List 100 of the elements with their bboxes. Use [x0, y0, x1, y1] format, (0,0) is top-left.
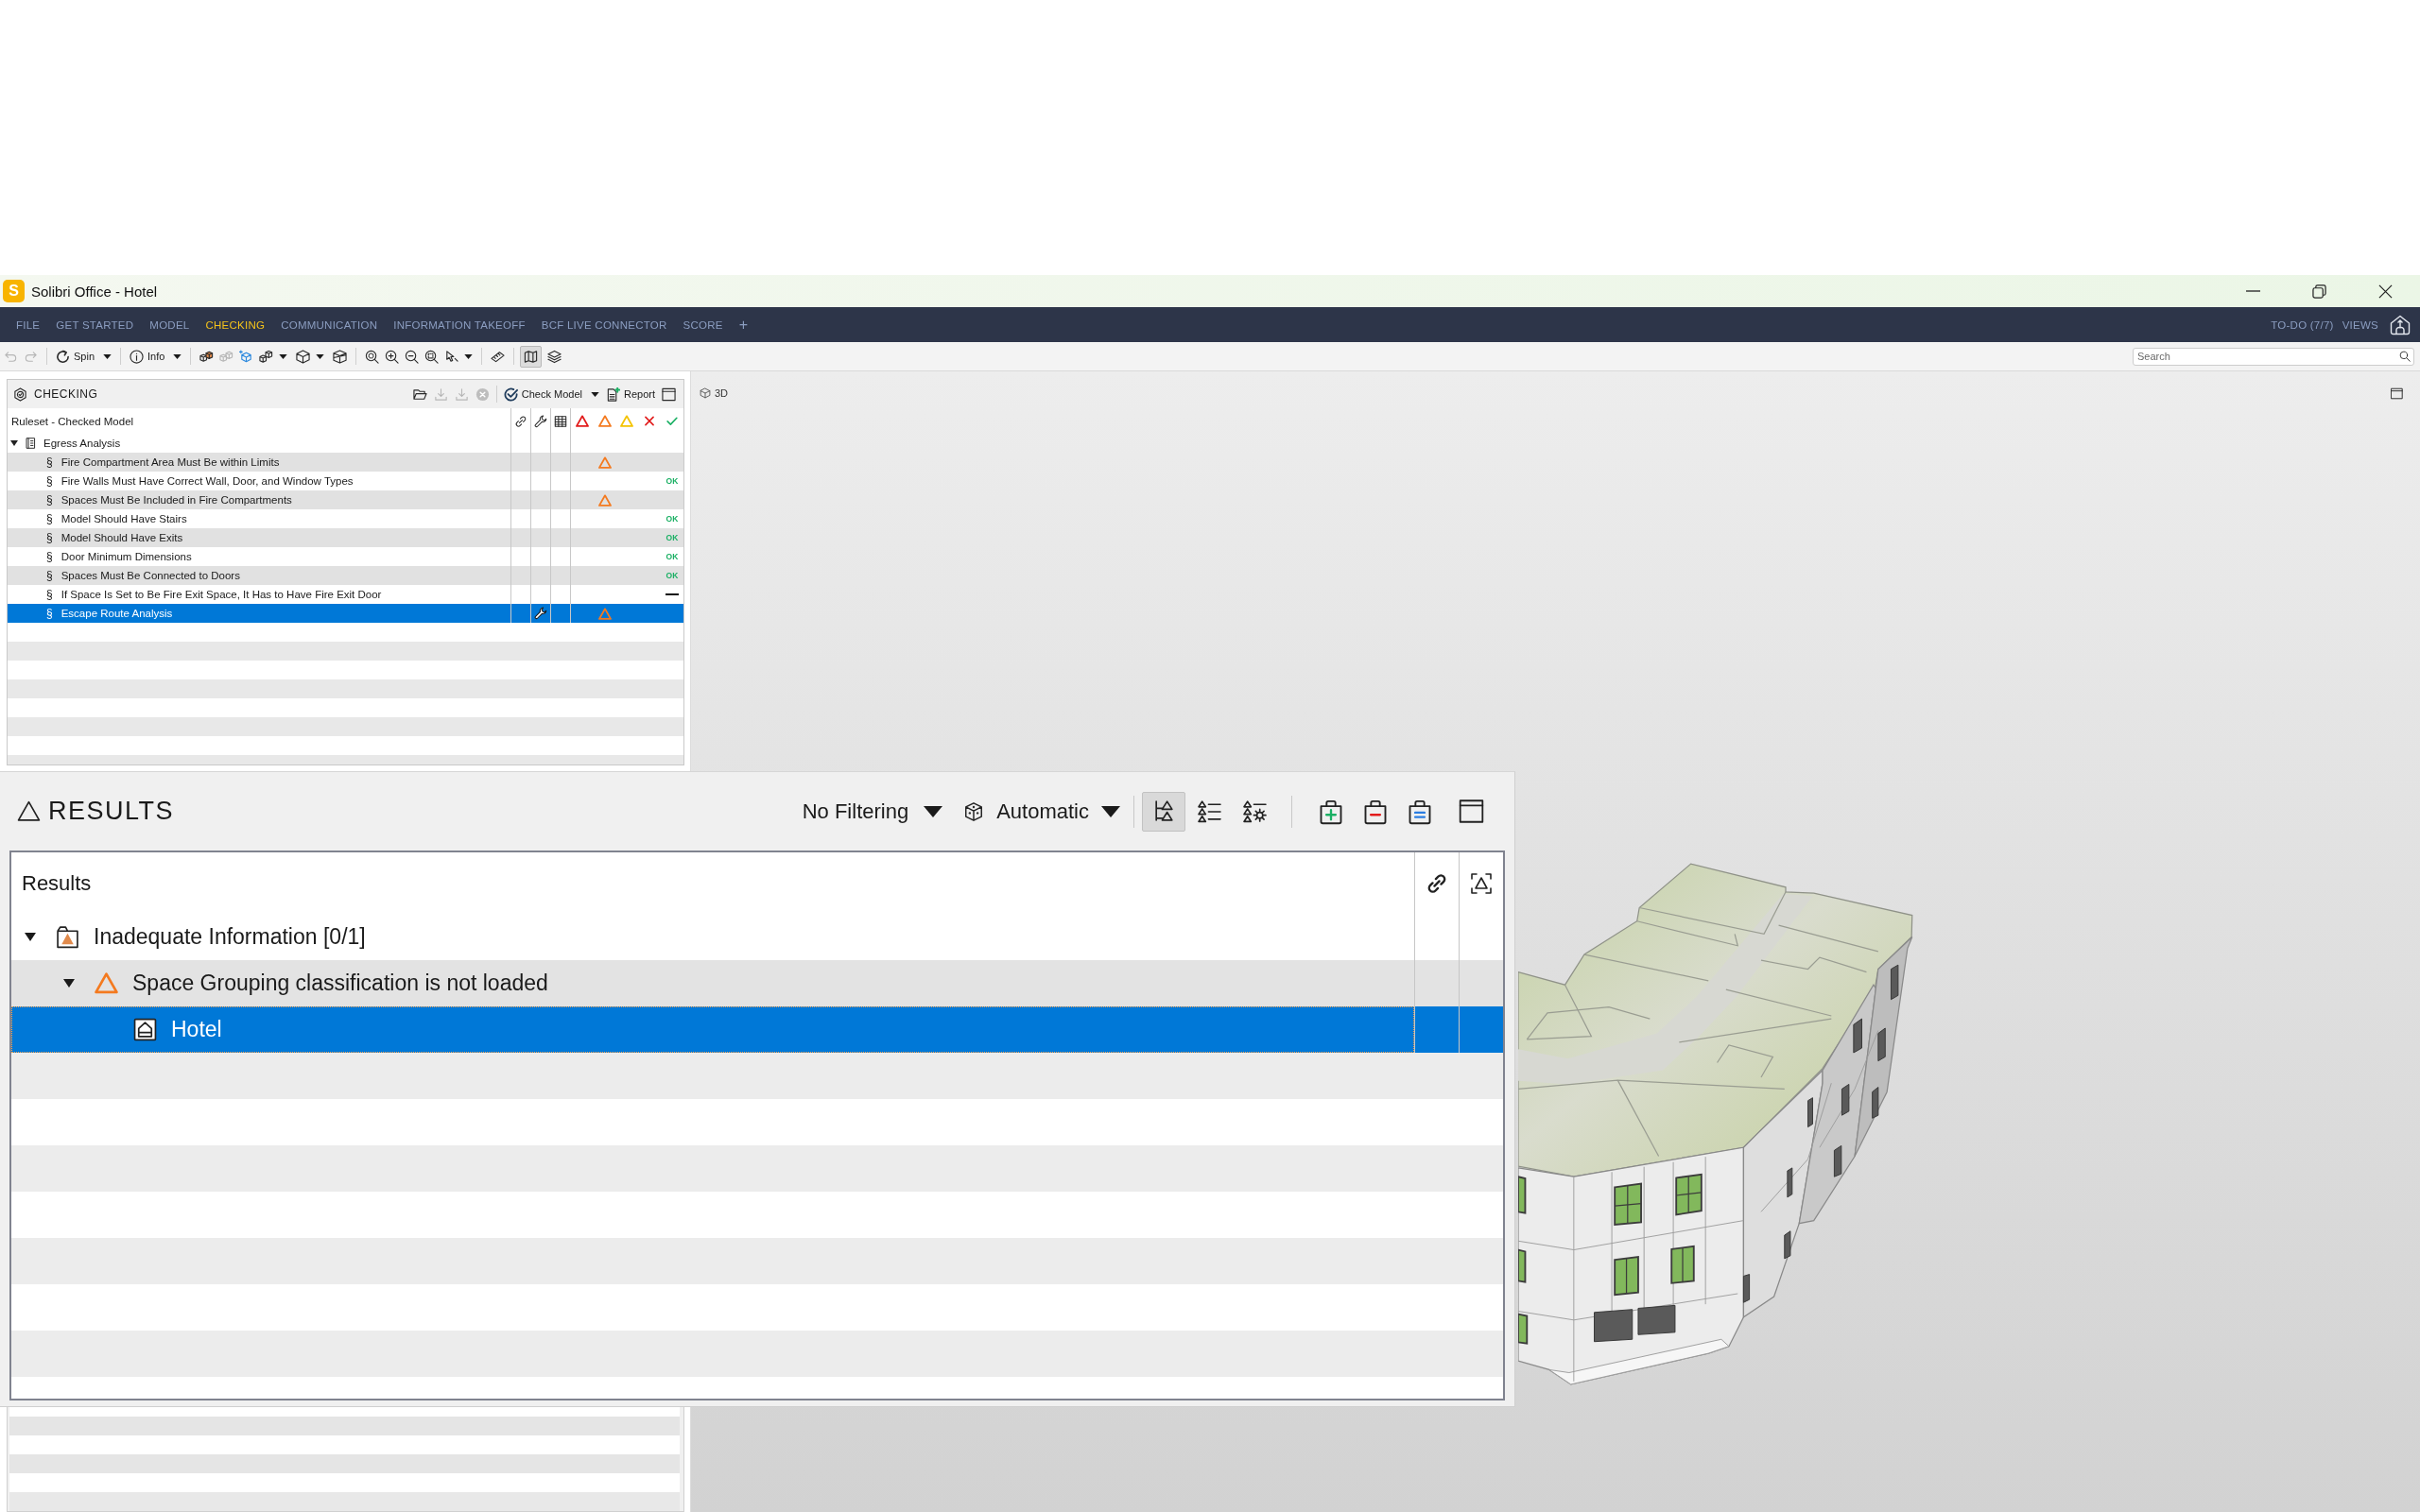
- expand-icon[interactable]: [10, 440, 18, 446]
- column-header: Results: [22, 870, 92, 896]
- cross-icon: [643, 415, 657, 427]
- info-button[interactable]: Info: [130, 349, 182, 364]
- bag-equals-icon[interactable]: [1407, 798, 1433, 825]
- spin-button[interactable]: Spin: [56, 349, 112, 364]
- link-icon: [1426, 871, 1448, 895]
- triangle-icon: [597, 455, 612, 469]
- caret-icon[interactable]: [464, 353, 474, 359]
- framed-triangle-icon: [56, 925, 79, 949]
- todo-link[interactable]: TO-DO (7/7): [2271, 318, 2334, 331]
- rule-row[interactable]: § Spaces Must Be Connected to Doors OK: [8, 566, 683, 585]
- list-icon: [1197, 799, 1221, 823]
- menu-tab[interactable]: CHECKING: [205, 318, 266, 331]
- check-badge-icon: [13, 387, 27, 402]
- cubes-icon[interactable]: [199, 349, 215, 364]
- bag-minus-icon[interactable]: [1362, 798, 1389, 825]
- close-icon[interactable]: [2377, 284, 2393, 299]
- window-icon[interactable]: [662, 387, 676, 402]
- status-text: OK: [666, 552, 679, 561]
- rule-name: Fire Walls Must Have Correct Wall, Door, and Window Types: [60, 475, 354, 487]
- panel-title: CHECKING: [34, 387, 98, 401]
- menu-tab[interactable]: INFORMATION TAKEOFF: [393, 318, 526, 331]
- zoom-area-icon[interactable]: [424, 349, 440, 364]
- pointer-icon[interactable]: [444, 349, 459, 364]
- layers-icon[interactable]: [547, 349, 562, 364]
- result-label: Inadequate Information [0/1]: [94, 924, 366, 950]
- expand-icon[interactable]: [63, 979, 75, 988]
- status-text: OK: [666, 571, 679, 580]
- zoom-in-icon[interactable]: [385, 349, 400, 364]
- menu-tab[interactable]: FILE: [16, 318, 41, 331]
- book-icon: [25, 437, 37, 450]
- caret-icon[interactable]: [103, 353, 112, 359]
- menu-tab[interactable]: SCORE: [683, 318, 723, 331]
- section-symbol: §: [46, 607, 53, 620]
- house-icon[interactable]: [2390, 314, 2411, 335]
- rule-row[interactable]: § Model Should Have Exits OK: [8, 528, 683, 547]
- caret-icon[interactable]: [1101, 805, 1120, 817]
- zoom-fit-icon[interactable]: [365, 349, 380, 364]
- rule-name: Door Minimum Dimensions: [60, 551, 192, 562]
- restore-icon[interactable]: [2311, 284, 2326, 299]
- result-row[interactable]: Hotel: [11, 1006, 1503, 1053]
- caret-icon[interactable]: [173, 353, 182, 359]
- rule-row[interactable]: § Spaces Must Be Included in Fire Compartments: [8, 490, 683, 509]
- triangle-icon: [620, 415, 634, 427]
- triangle-icon: [597, 607, 612, 620]
- section-symbol: §: [46, 550, 53, 563]
- section-symbol: §: [46, 531, 53, 544]
- menu-tab[interactable]: COMMUNICATION: [281, 318, 378, 331]
- document-icon: [605, 387, 620, 402]
- minimize-icon[interactable]: [2245, 290, 2260, 292]
- result-label: Hotel: [171, 1017, 222, 1042]
- info-icon: [130, 349, 145, 364]
- search-field[interactable]: Search: [2133, 347, 2414, 366]
- rule-name: Model Should Have Exits: [60, 532, 183, 543]
- window-icon[interactable]: [1459, 799, 1484, 824]
- check-icon: [666, 415, 680, 427]
- caret-icon[interactable]: [279, 353, 288, 359]
- cube-icon[interactable]: [296, 349, 311, 364]
- caret-icon[interactable]: [316, 353, 325, 359]
- folder-icon[interactable]: [412, 387, 427, 402]
- zoom-out-icon[interactable]: [405, 349, 420, 364]
- section-symbol: §: [46, 455, 53, 469]
- result-label: Space Grouping classification is not loaded: [132, 971, 548, 996]
- report-button[interactable]: Report: [605, 387, 655, 402]
- bag-plus-icon[interactable]: [1318, 798, 1344, 825]
- triangle-icon: [17, 799, 41, 823]
- triangle-icon: [95, 971, 118, 995]
- menu-tab[interactable]: MODEL: [149, 318, 190, 331]
- views-link[interactable]: VIEWS: [2342, 318, 2378, 331]
- rule-row[interactable]: § Fire Compartment Area Must Be within Limits: [8, 453, 683, 472]
- section-symbol: §: [46, 569, 53, 582]
- rule-name: Escape Route Analysis: [60, 608, 173, 619]
- view-mode-button[interactable]: [1142, 791, 1185, 832]
- column-header: Ruleset - Checked Model: [10, 415, 134, 427]
- map-toggle[interactable]: [520, 345, 543, 368]
- ruler-icon[interactable]: [491, 349, 506, 364]
- window-icon[interactable]: [2391, 387, 2403, 400]
- caret-icon[interactable]: [924, 805, 943, 817]
- menu-tab[interactable]: GET STARTED: [56, 318, 134, 331]
- house-icon: [133, 1018, 157, 1041]
- section-box-icon[interactable]: [333, 349, 348, 364]
- cube-icon: [963, 800, 985, 822]
- expand-icon[interactable]: [25, 933, 36, 941]
- focus-triangle-icon: [1470, 871, 1493, 895]
- filter-dropdown[interactable]: No Filtering: [802, 799, 943, 824]
- triangle-icon: [575, 415, 589, 427]
- menu-tab[interactable]: BCF LIVE CONNECTOR: [541, 318, 667, 331]
- caret-icon[interactable]: [590, 391, 599, 397]
- list-settings-icon: [1242, 799, 1267, 823]
- view-tab[interactable]: 3D: [700, 387, 729, 399]
- check-circle-icon: [503, 387, 518, 402]
- result-row[interactable]: Space Grouping classification is not loaded: [11, 960, 1503, 1006]
- cubes-icon[interactable]: [259, 349, 274, 364]
- check-model-button[interactable]: Check Model: [503, 387, 599, 402]
- mode-dropdown[interactable]: Automatic: [963, 799, 1120, 824]
- rule-row[interactable]: § Escape Route Analysis: [8, 604, 683, 623]
- search-icon[interactable]: [2399, 351, 2411, 362]
- triangle-icon: [597, 415, 612, 427]
- add-tab-button[interactable]: +: [738, 316, 748, 334]
